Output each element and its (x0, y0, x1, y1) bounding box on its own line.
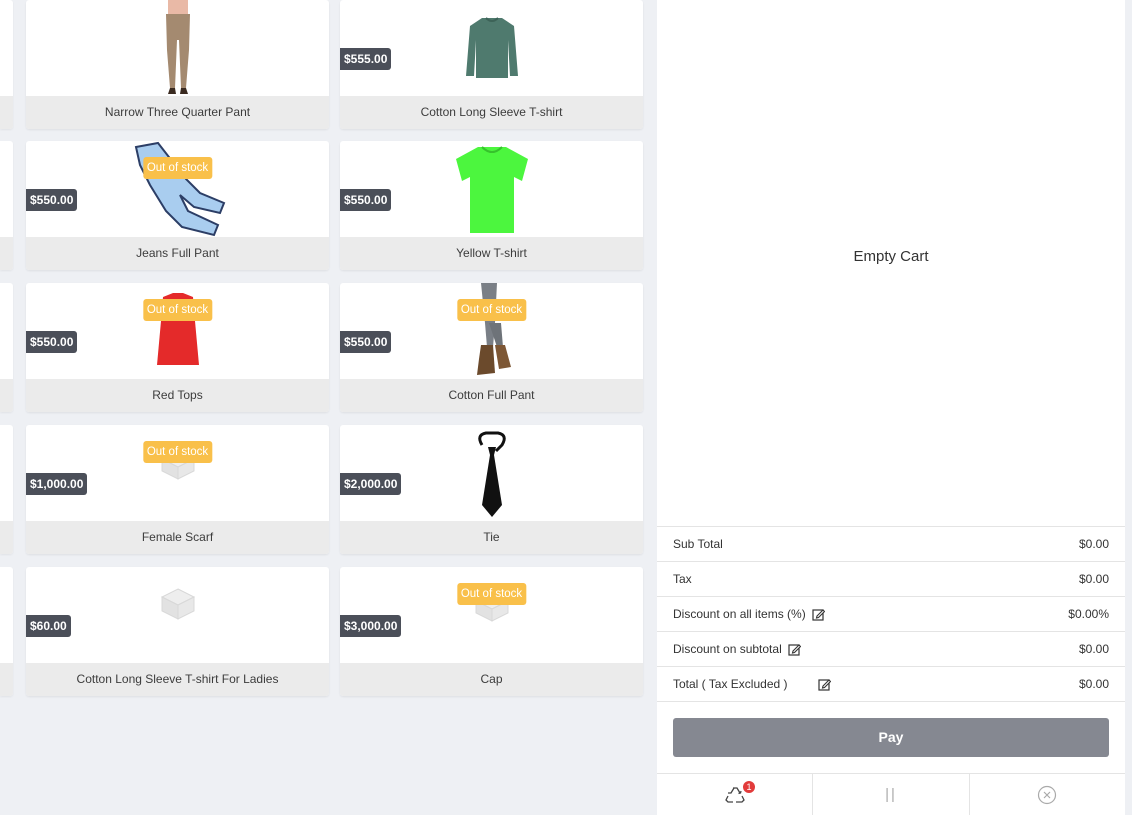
total-label: Total ( Tax Excluded ) (673, 677, 788, 691)
edit-icon[interactable] (788, 643, 801, 656)
pause-icon: || (885, 786, 897, 803)
product-name: Yellow T-shirt (340, 237, 643, 270)
out-of-stock-badge: Out of stock (142, 157, 213, 179)
product-name: Jeans Full Pant (26, 237, 329, 270)
price-tag: $1,000.00 (26, 473, 88, 495)
product-card[interactable]: Out of stock $550.00 Jeans Full Pant (26, 141, 329, 270)
partial-product-card[interactable] (0, 0, 13, 129)
pay-section: Pay (657, 701, 1125, 773)
product-card[interactable]: $60.00 Cotton Long Sleeve T-shirt For La… (26, 567, 329, 696)
product-card[interactable]: $550.00 Yellow T-shirt (340, 141, 643, 270)
total-row: Total ( Tax Excluded ) $0.00 (657, 666, 1125, 701)
sub-total-label: Sub Total (673, 537, 723, 551)
tax-label: Tax (673, 572, 692, 586)
sub-total-value: $0.00 (1078, 537, 1109, 551)
product-card[interactable]: $2,000.00 Tie (340, 425, 643, 554)
product-card[interactable]: Narrow Three Quarter Pant (26, 0, 329, 129)
discount-subtotal-value: $0.00 (1078, 642, 1109, 656)
partial-card-footer (0, 521, 13, 554)
tax-row: Tax $0.00 (657, 561, 1125, 596)
partial-card-footer (0, 96, 13, 129)
price-tag: $555.00 (340, 48, 392, 70)
total-label-group: Total ( Tax Excluded ) (673, 677, 831, 691)
recycle-button[interactable]: 1 (657, 774, 812, 815)
price-tag: $550.00 (26, 189, 78, 211)
placeholder-box-icon (160, 588, 195, 620)
product-name: Tie (340, 521, 643, 554)
discount-subtotal-row: Discount on subtotal $0.00 (657, 631, 1125, 666)
product-name: Narrow Three Quarter Pant (26, 96, 329, 129)
pay-button[interactable]: Pay (673, 718, 1109, 757)
cart-summary: Sub Total $0.00 Tax $0.00 Discount on al… (657, 526, 1125, 701)
discount-items-label: Discount on all items (%) (673, 607, 806, 621)
product-name: Female Scarf (26, 521, 329, 554)
product-card[interactable]: Out of stock $1,000.00 Female Scarf (26, 425, 329, 554)
price-tag: $60.00 (26, 615, 71, 637)
partial-card-footer (0, 237, 13, 270)
out-of-stock-badge: Out of stock (142, 441, 213, 463)
discount-items-label-group: Discount on all items (%) (673, 607, 825, 621)
pause-button[interactable]: || (812, 774, 968, 815)
price-tag: $550.00 (340, 331, 392, 353)
cart-panel: Empty Cart Sub Total $0.00 Tax $0.00 Dis… (657, 0, 1125, 815)
product-image (26, 567, 329, 663)
pant-icon (165, 0, 190, 94)
discount-items-row: Discount on all items (%) $0.00% (657, 596, 1125, 631)
sub-total-row: Sub Total $0.00 (657, 526, 1125, 561)
tie-icon (477, 431, 506, 517)
tshirt-icon (455, 146, 528, 233)
price-tag: $550.00 (26, 331, 78, 353)
product-image (26, 0, 329, 96)
discount-items-value: $0.00% (1068, 607, 1109, 621)
close-circle-icon (1038, 785, 1057, 804)
out-of-stock-badge: Out of stock (456, 583, 527, 605)
jeans-icon (134, 141, 225, 237)
product-card[interactable]: $555.00 Cotton Long Sleeve T-shirt (340, 0, 643, 129)
product-card[interactable]: Out of stock $550.00 Cotton Full Pant (340, 283, 643, 412)
cancel-button[interactable] (968, 774, 1125, 815)
out-of-stock-badge: Out of stock (456, 299, 527, 321)
partial-card-footer (0, 663, 13, 696)
product-name: Red Tops (26, 379, 329, 412)
product-name: Cotton Long Sleeve T-shirt (340, 96, 643, 129)
discount-subtotal-label-group: Discount on subtotal (673, 642, 801, 656)
boots-icon (476, 283, 511, 375)
partial-product-card[interactable] (0, 425, 13, 554)
out-of-stock-badge: Out of stock (142, 299, 213, 321)
partial-product-card[interactable] (0, 141, 13, 270)
edit-icon[interactable] (817, 678, 831, 691)
total-value: $0.00 (1078, 677, 1109, 691)
price-tag: $3,000.00 (340, 615, 402, 637)
recycle-icon (724, 786, 745, 803)
cart-footer: 1 || (657, 773, 1125, 815)
product-name: Cotton Full Pant (340, 379, 643, 412)
empty-cart-message: Empty Cart (853, 248, 929, 265)
edit-icon[interactable] (812, 608, 825, 621)
product-card[interactable]: Out of stock $550.00 Red Tops (26, 283, 329, 412)
price-tag: $550.00 (340, 189, 392, 211)
product-card[interactable]: Out of stock $3,000.00 Cap (340, 567, 643, 696)
partial-card-footer (0, 379, 13, 412)
discount-subtotal-label: Discount on subtotal (673, 642, 782, 656)
partial-product-card[interactable] (0, 567, 13, 696)
tax-value: $0.00 (1078, 572, 1109, 586)
price-tag: $2,000.00 (340, 473, 402, 495)
product-name: Cotton Long Sleeve T-shirt For Ladies (26, 663, 329, 696)
product-name: Cap (340, 663, 643, 696)
partial-product-card[interactable] (0, 283, 13, 412)
sweater-icon (465, 17, 518, 78)
notification-badge: 1 (743, 781, 755, 793)
